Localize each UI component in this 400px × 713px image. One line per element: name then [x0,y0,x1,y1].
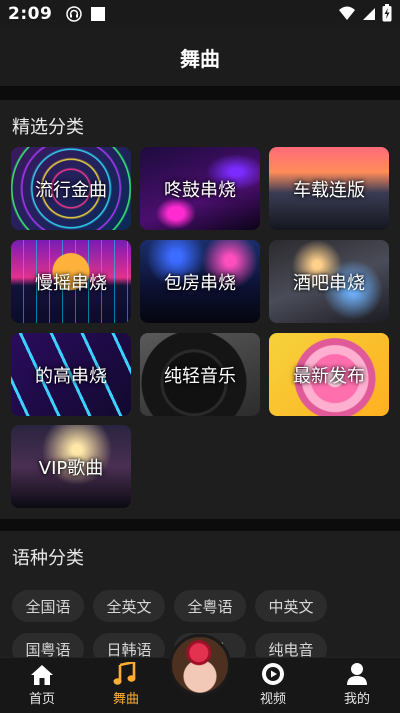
category-tile-label: 酒吧串烧 [293,272,365,294]
category-tile-latest[interactable]: 最新发布 [269,333,389,416]
page-title: 舞曲 [180,46,220,71]
now-playing-avatar[interactable] [169,634,231,696]
category-tile-label: 的高串烧 [35,365,107,387]
category-tile-bar[interactable]: 酒吧串烧 [269,240,389,323]
category-tile-label: 最新发布 [293,365,365,387]
category-tile-disco[interactable]: 的高串烧 [11,333,131,416]
signal-icon [363,8,375,20]
language-chip[interactable]: 全粤语 [174,590,246,622]
section-divider [0,519,400,531]
featured-section-title: 精选分类 [12,117,84,138]
person-icon [347,663,367,685]
language-chip[interactable]: 全英文 [93,590,165,622]
tab-dance-music[interactable]: 舞曲 [96,658,156,713]
featured-section: 精选分类 流行金曲 咚鼓串烧 车载连版 慢摇串烧 包房串烧 酒吧串烧 的高串烧 … [0,100,400,519]
music-note-icon [113,662,136,685]
tab-label: 我的 [343,692,370,707]
category-tile-vip[interactable]: VIP歌曲 [11,425,131,508]
tab-video[interactable]: 视频 [243,658,303,713]
app-header: 舞曲 [0,28,400,86]
tab-home[interactable]: 首页 [12,658,72,713]
category-tile-ktv[interactable]: 包房串烧 [140,240,260,323]
tab-label: 首页 [28,692,55,707]
section-divider [0,86,400,100]
category-tile-car[interactable]: 车载连版 [269,147,389,230]
category-tile-label: VIP歌曲 [38,457,104,479]
tab-label: 视频 [259,692,286,707]
tab-mine[interactable]: 我的 [327,658,387,713]
status-time: 2:09 [8,4,53,24]
category-tile-drum[interactable]: 咚鼓串烧 [140,147,260,230]
category-tile-label: 车载连版 [293,179,365,201]
category-tile-label: 慢摇串烧 [35,272,107,294]
language-chip[interactable]: 全国语 [12,590,84,622]
category-tile-slow-rock[interactable]: 慢摇串烧 [11,240,131,323]
tab-label: 舞曲 [112,692,139,707]
notification-square-icon [91,7,106,21]
battery-charging-icon [382,4,392,22]
home-icon [31,665,53,685]
video-icon [262,663,284,685]
category-tile-label: 咚鼓串烧 [164,179,236,201]
category-tile-light-music[interactable]: 纯轻音乐 [140,333,260,416]
wifi-icon [339,6,355,20]
language-chip[interactable]: 中英文 [255,590,327,622]
category-tile-label: 纯轻音乐 [164,365,236,387]
category-tile-pop[interactable]: 流行金曲 [11,147,131,230]
category-tile-label: 流行金曲 [35,179,107,201]
status-bar: 2:09 [0,0,400,28]
headset-icon [66,6,83,22]
category-tile-label: 包房串烧 [164,272,236,294]
language-section-title: 语种分类 [12,548,84,569]
